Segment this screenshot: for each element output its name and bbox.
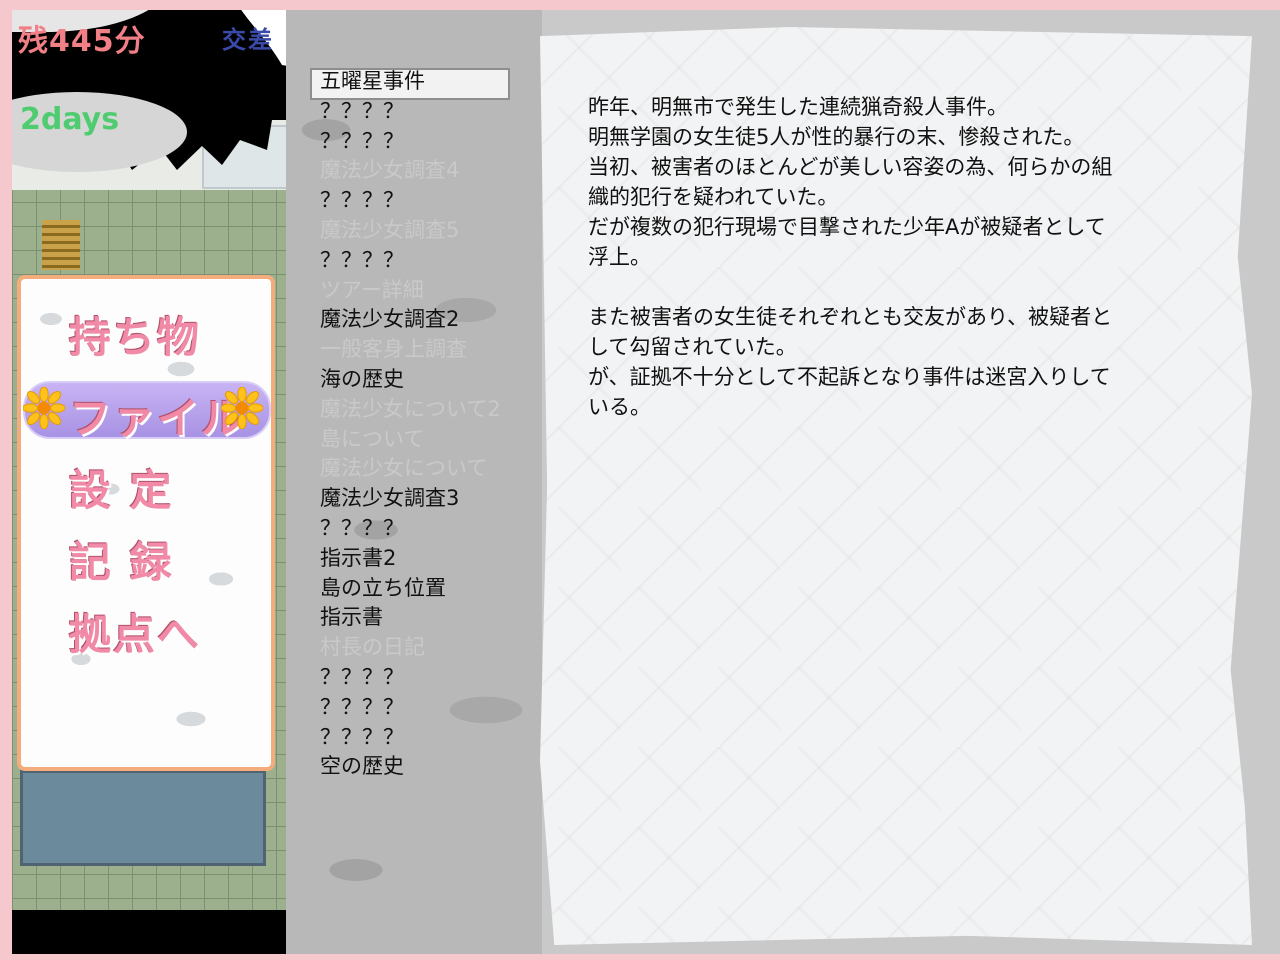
- file-list-item[interactable]: ？？？？: [320, 514, 501, 544]
- menu-item-label: 設 定: [69, 466, 174, 515]
- file-list-item[interactable]: ？？？？: [320, 127, 501, 157]
- file-list-item-label: 村長の日記: [320, 635, 425, 660]
- document-line: いる。: [588, 395, 651, 419]
- file-list-item[interactable]: ？？？？: [320, 246, 501, 276]
- file-list-item-label: 島の立ち位置: [320, 575, 446, 600]
- document-text: 昨年、明無市で発生した連続猟奇殺人事件。明無学園の女生徒5人が性的暴行の末、惨殺…: [588, 92, 1188, 422]
- file-list-item-label: 空の歴史: [320, 754, 404, 779]
- file-list-item-label: 魔法少女について2: [320, 396, 501, 421]
- file-list-item[interactable]: 魔法少女について2: [320, 395, 501, 425]
- file-list-item[interactable]: 島の立ち位置: [320, 574, 501, 604]
- document-line: 昨年、明無市で発生した連続猟奇殺人事件。: [588, 95, 1008, 119]
- file-list-item-label: ？？？？: [320, 694, 404, 719]
- file-list-item[interactable]: 魔法少女調査4: [320, 156, 501, 186]
- file-list-item[interactable]: 指示書: [320, 603, 501, 633]
- file-list-item-label: 魔法少女について: [320, 456, 488, 481]
- flower-icon: [23, 387, 65, 429]
- menu-item-label: 持ち物: [69, 313, 202, 362]
- time-remaining: 残445分: [18, 24, 146, 59]
- file-list-item[interactable]: 海の歴史: [320, 365, 501, 395]
- file-list-item[interactable]: ？？？？: [320, 663, 501, 693]
- file-list-item[interactable]: 魔法少女について: [320, 454, 501, 484]
- document-line: [588, 272, 1188, 302]
- menu-item-base[interactable]: 拠点へ: [21, 601, 271, 659]
- file-list-item-label: ？？？？: [320, 128, 404, 153]
- file-list-item[interactable]: ？？？？: [320, 693, 501, 723]
- file-list-item[interactable]: 魔法少女調査5: [320, 216, 501, 246]
- menu-item-label: 記 録: [69, 538, 174, 587]
- document-line: 浮上。: [588, 245, 651, 269]
- file-list-panel: 五曜星事件 ？？？？ ？？？？ 魔法少女調査4 ？？？？ 魔法少女調査5 ？？？？ ツアー詳細…: [286, 10, 542, 954]
- document-line: 明無学園の女生徒5人が性的暴行の末、惨殺された。: [588, 125, 1085, 149]
- file-list-item-label: ？？？？: [320, 98, 404, 123]
- menu-item-inventory[interactable]: 持ち物: [21, 304, 271, 362]
- file-list-item[interactable]: 指示書2: [320, 544, 501, 574]
- file-list-item-label: 指示書2: [320, 545, 397, 570]
- file-list: 五曜星事件 ？？？？ ？？？？ 魔法少女調査4 ？？？？ 魔法少女調査5 ？？？？ ツアー詳細…: [310, 67, 510, 782]
- file-list-item-label: 海の歴史: [320, 366, 404, 391]
- file-list-item-label: ？？？？: [320, 188, 404, 213]
- file-list-item-label: ？？？？: [320, 515, 404, 540]
- flower-icon: [221, 387, 263, 429]
- menu-item-label: ファイル: [69, 394, 246, 443]
- file-list-item[interactable]: 村長の日記: [320, 633, 501, 663]
- menu-item-label: 拠点へ: [69, 610, 202, 659]
- file-list-item[interactable]: 魔法少女調査3: [320, 484, 501, 514]
- command-menu: 持ち物 ファイル 設 定 記 録 拠点へ: [17, 275, 275, 771]
- file-list-item-label: ？？？？: [320, 724, 404, 749]
- scene-bottom-strip: [12, 910, 286, 954]
- document-line: が、証拠不十分として不起訴となり事件は迷宮入りして: [588, 365, 1111, 389]
- file-list-item-label: ？？？？: [320, 247, 404, 272]
- menu-item-file[interactable]: ファイル: [21, 381, 271, 443]
- file-list-item-label: 魔法少女調査4: [320, 158, 460, 183]
- file-list-item-label: 一般客身上調査: [320, 337, 467, 362]
- file-list-item[interactable]: ？？？？: [320, 723, 501, 753]
- file-list-item-label: 島について: [320, 426, 425, 451]
- document-line: して勾留されていた。: [588, 335, 797, 359]
- file-list-item-label: 五曜星事件: [320, 69, 425, 93]
- file-list-item[interactable]: ツアー詳細: [320, 276, 501, 306]
- file-list-item-label: ？？？？: [320, 664, 404, 689]
- file-list-item[interactable]: ？？？？: [320, 97, 501, 127]
- file-list-item[interactable]: 空の歴史: [320, 752, 501, 782]
- document-line: また被害者の女生徒それぞれとも交友があり、被疑者と: [588, 305, 1113, 329]
- weather-indicator: 交差: [222, 26, 274, 54]
- menu-item-records[interactable]: 記 録: [21, 529, 271, 587]
- file-list-item[interactable]: 五曜星事件: [310, 67, 510, 100]
- file-list-item-label: 魔法少女調査3: [320, 486, 460, 511]
- file-list-item[interactable]: 一般客身上調査: [320, 335, 501, 365]
- file-list-item[interactable]: 魔法少女調査2: [320, 305, 501, 335]
- file-list-item[interactable]: ？？？？: [320, 186, 501, 216]
- file-list-item-label: 魔法少女調査5: [320, 217, 460, 242]
- file-list-item-label: 魔法少女調査2: [320, 307, 460, 332]
- menu-item-settings[interactable]: 設 定: [21, 457, 271, 515]
- document-line: 織的犯行を疑われていた。: [588, 185, 839, 209]
- file-list-item-label: ツアー詳細: [320, 277, 424, 302]
- file-list-item[interactable]: 島について: [320, 425, 501, 455]
- file-list-item-label: 指示書: [320, 605, 383, 630]
- window-tile: [20, 770, 266, 866]
- document-line: 当初、被害者のほとんどが美しい容姿の為、何らかの組: [588, 155, 1113, 179]
- day-counter: 2days: [20, 102, 120, 137]
- document-line: だが複数の犯行現場で目撃された少年Aが被疑者として: [588, 215, 1106, 239]
